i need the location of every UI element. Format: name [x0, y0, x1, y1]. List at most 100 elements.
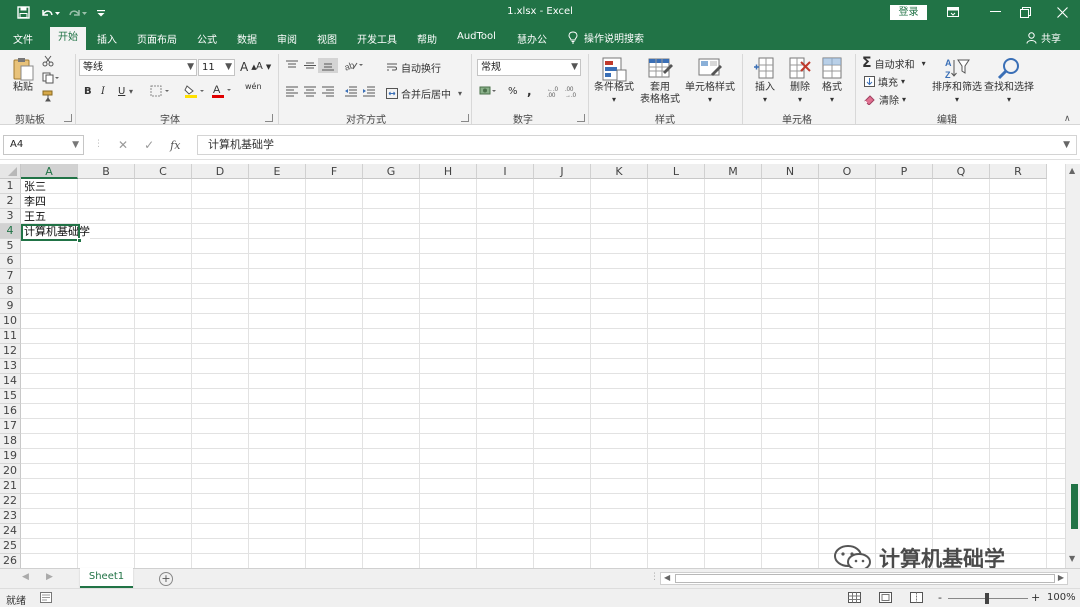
cell-styles-button[interactable]: 单元格样式 ▾ [684, 56, 736, 106]
next-sheet-icon[interactable]: ▶ [46, 572, 53, 582]
page-break-view-icon[interactable] [910, 592, 923, 606]
font-color-icon[interactable]: A [211, 83, 235, 98]
scroll-right-icon[interactable]: ▶ [1058, 573, 1064, 582]
vertical-scroll-thumb[interactable] [1071, 484, 1078, 529]
macro-record-icon[interactable] [40, 592, 52, 606]
increase-indent-icon[interactable] [362, 86, 376, 97]
column-header-b[interactable]: B [78, 164, 135, 179]
tab-view[interactable]: 视图 [317, 31, 337, 46]
zoom-slider-thumb[interactable] [985, 593, 989, 604]
cell-a1[interactable]: 张三 [21, 179, 46, 194]
row-header-16[interactable]: 16 [0, 404, 21, 419]
insert-cells-button[interactable]: 插入 ▾ [748, 56, 782, 106]
italic-button[interactable]: I [101, 86, 105, 97]
horizontal-scrollbar[interactable]: ◀ ▶ [660, 572, 1068, 585]
row-header-8[interactable]: 8 [0, 284, 21, 299]
cancel-icon[interactable]: ✕ [118, 138, 128, 152]
row-header-25[interactable]: 25 [0, 539, 21, 554]
vertical-scrollbar[interactable]: ▲ ▼ [1065, 164, 1080, 568]
shrink-font-button[interactable]: A ▼ [256, 61, 271, 72]
align-left-icon[interactable] [285, 86, 299, 97]
row-header-26[interactable]: 26 [0, 554, 21, 568]
row-header-9[interactable]: 9 [0, 299, 21, 314]
tell-me-search[interactable]: 操作说明搜索 [568, 30, 644, 45]
column-header-h[interactable]: H [420, 164, 477, 179]
tab-file[interactable]: 文件 [13, 31, 33, 46]
tab-review[interactable]: 审阅 [277, 31, 297, 46]
underline-button[interactable]: U [118, 86, 125, 97]
format-as-table-button[interactable]: 套用 表格格式 [637, 56, 683, 106]
zoom-level[interactable]: 100% [1047, 592, 1076, 603]
name-box[interactable]: A4 ▼ [3, 135, 84, 155]
grow-font-button[interactable]: A ▲ [240, 60, 257, 74]
format-painter-icon[interactable] [42, 90, 54, 102]
font-name-select[interactable]: 等线 ▼ [79, 59, 197, 76]
autosum-button[interactable]: Σ 自动求和 ▾ [862, 55, 926, 71]
zoom-in-button[interactable]: + [1031, 591, 1040, 604]
find-select-button[interactable]: 查找和选择 ▾ [984, 56, 1034, 106]
column-header-d[interactable]: D [192, 164, 249, 179]
underline-dropdown-icon[interactable]: ▾ [129, 87, 133, 96]
cut-icon[interactable] [42, 55, 54, 67]
row-header-1[interactable]: 1 [0, 179, 21, 194]
splitter-dots-icon[interactable]: ⋮ [94, 139, 103, 149]
format-cells-button[interactable]: 格式 ▾ [817, 56, 847, 106]
page-layout-view-icon[interactable] [879, 592, 892, 606]
add-sheet-button[interactable]: + [159, 572, 173, 586]
expand-formula-icon[interactable]: ▼ [1063, 136, 1070, 154]
cell-a4[interactable]: 计算机基础学 [21, 224, 90, 239]
decrease-indent-icon[interactable] [344, 86, 358, 97]
merge-center-button[interactable]: 合并后居中 ▾ [386, 86, 462, 101]
accounting-format-icon[interactable] [479, 85, 499, 97]
row-header-6[interactable]: 6 [0, 254, 21, 269]
minimize-icon[interactable] [980, 3, 1010, 21]
row-header-19[interactable]: 19 [0, 449, 21, 464]
orientation-icon[interactable]: ab [344, 59, 366, 71]
share-button[interactable]: 共享 [1026, 30, 1061, 45]
cell-a3[interactable]: 王五 [21, 209, 46, 224]
clear-button[interactable]: 清除 ▾ [864, 92, 906, 107]
normal-view-icon[interactable] [848, 592, 861, 606]
cell-area[interactable] [21, 179, 1065, 568]
cell-a2[interactable]: 李四 [21, 194, 46, 209]
number-launcher-icon[interactable] [577, 114, 585, 122]
row-header-11[interactable]: 11 [0, 329, 21, 344]
sheet-tab-sheet1[interactable]: Sheet1 [80, 568, 133, 588]
ribbon-display-options-icon[interactable] [938, 3, 968, 21]
row-header-23[interactable]: 23 [0, 509, 21, 524]
column-header-l[interactable]: L [648, 164, 705, 179]
increase-decimal-icon[interactable]: ←.0.00 [547, 85, 563, 98]
row-header-20[interactable]: 20 [0, 464, 21, 479]
row-header-7[interactable]: 7 [0, 269, 21, 284]
column-header-p[interactable]: P [876, 164, 933, 179]
row-header-10[interactable]: 10 [0, 314, 21, 329]
align-right-icon[interactable] [321, 86, 335, 97]
prev-sheet-icon[interactable]: ◀ [22, 572, 29, 582]
row-header-2[interactable]: 2 [0, 194, 21, 209]
row-header-5[interactable]: 5 [0, 239, 21, 254]
font-launcher-icon[interactable] [265, 114, 273, 122]
tab-audtool[interactable]: AudTool [457, 31, 496, 42]
scroll-left-icon[interactable]: ◀ [664, 573, 670, 582]
align-middle-icon[interactable] [303, 60, 317, 71]
align-top-icon[interactable] [285, 60, 299, 71]
column-header-k[interactable]: K [591, 164, 648, 179]
clipboard-launcher-icon[interactable] [64, 114, 72, 122]
column-header-c[interactable]: C [135, 164, 192, 179]
decrease-decimal-icon[interactable]: .00 →.0 [565, 85, 581, 98]
column-header-o[interactable]: O [819, 164, 876, 179]
comma-button[interactable]: , [527, 84, 532, 98]
conditional-formatting-button[interactable]: 条件格式 ▾ [592, 56, 636, 106]
delete-cells-button[interactable]: 删除 ▾ [783, 56, 817, 106]
horizontal-scroll-thumb[interactable] [675, 574, 1055, 583]
row-header-21[interactable]: 21 [0, 479, 21, 494]
tab-huibangong[interactable]: 慧办公 [517, 31, 547, 46]
paste-button[interactable]: 粘贴 [8, 56, 38, 94]
copy-icon[interactable] [42, 72, 60, 84]
restore-icon[interactable] [1010, 3, 1040, 21]
tab-home[interactable]: 开始 [50, 27, 86, 50]
row-header-24[interactable]: 24 [0, 524, 21, 539]
align-bottom-icon[interactable] [318, 58, 338, 73]
splitter-dots-icon[interactable]: ⋮ [650, 572, 659, 582]
column-header-r[interactable]: R [990, 164, 1047, 179]
